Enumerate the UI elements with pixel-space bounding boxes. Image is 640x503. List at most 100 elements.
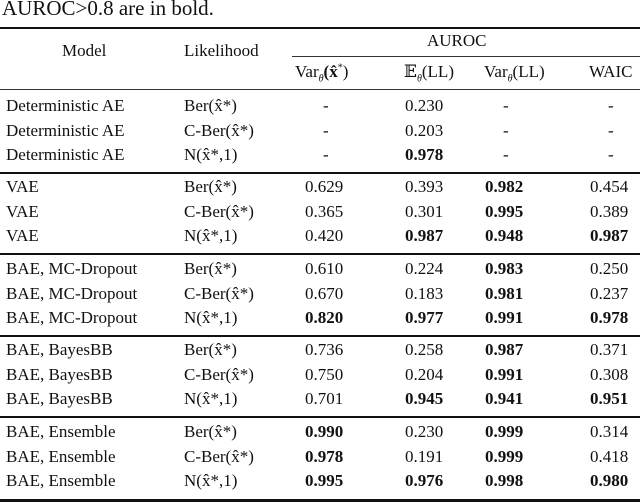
cell-auroc-value: 0.365 bbox=[305, 201, 344, 221]
cell-likelihood: N(x̂*,1) bbox=[184, 389, 238, 408]
cell-auroc-value: - bbox=[503, 96, 509, 115]
cell-likelihood: Ber(x̂*) bbox=[184, 259, 237, 278]
cell-auroc-value: 0.258 bbox=[405, 340, 444, 359]
cell-model: BAE, MC-Dropout bbox=[6, 308, 138, 327]
cell-auroc-value: 0.987 bbox=[485, 340, 524, 359]
header-col-var-xhat: Varθ(x̂*) bbox=[295, 62, 349, 85]
header-col-e-ll: 𝔼θ(LL) bbox=[404, 62, 454, 85]
cell-auroc-value: 0.230 bbox=[405, 96, 444, 115]
group-rule bbox=[0, 416, 640, 418]
cell-auroc-value: 0.991 bbox=[485, 308, 524, 327]
cell-likelihood: N(x̂*,1) bbox=[184, 145, 238, 164]
cell-likelihood: N(x̂*,1) bbox=[184, 226, 238, 245]
cell-auroc-value: 0.995 bbox=[305, 471, 344, 490]
cell-auroc-value: 0.999 bbox=[485, 446, 524, 466]
cell-auroc-value: 0.977 bbox=[405, 308, 444, 327]
cell-auroc-value: 0.237 bbox=[590, 283, 629, 303]
cell-model: BAE, Ensemble bbox=[6, 446, 116, 466]
cell-auroc-value: 0.948 bbox=[485, 226, 524, 245]
cell-model: Deterministic AE bbox=[6, 120, 125, 140]
cell-auroc-value: 0.991 bbox=[485, 364, 524, 384]
cell-auroc-value: 0.978 bbox=[305, 446, 344, 466]
cell-auroc-value: 0.978 bbox=[590, 308, 629, 327]
cell-model: BAE, BayesBB bbox=[6, 389, 113, 408]
cell-likelihood: N(x̂*,1) bbox=[184, 471, 238, 490]
cell-auroc-value: 0.701 bbox=[305, 389, 344, 408]
cell-likelihood: Ber(x̂*) bbox=[184, 96, 237, 115]
cell-auroc-value: 0.980 bbox=[590, 471, 629, 490]
cell-likelihood: Ber(x̂*) bbox=[184, 340, 237, 359]
cell-auroc-value: 0.978 bbox=[405, 145, 444, 164]
cell-auroc-value: 0.308 bbox=[590, 364, 629, 384]
cell-auroc-value: 0.941 bbox=[485, 389, 524, 408]
cell-auroc-value: 0.393 bbox=[405, 177, 444, 196]
cell-auroc-value: 0.389 bbox=[590, 201, 629, 221]
cell-likelihood: Ber(x̂*) bbox=[184, 177, 237, 196]
cell-auroc-value: 0.983 bbox=[485, 259, 524, 278]
cell-model: VAE bbox=[6, 226, 39, 245]
cell-auroc-value: 0.250 bbox=[590, 259, 629, 278]
cell-likelihood: C-Ber(x̂*) bbox=[184, 283, 254, 303]
cell-auroc-value: 0.629 bbox=[305, 177, 344, 196]
cell-auroc-value: 0.371 bbox=[590, 340, 629, 359]
cell-auroc-value: - bbox=[608, 96, 614, 115]
cell-auroc-value: 0.418 bbox=[590, 446, 629, 466]
cell-auroc-value: 0.951 bbox=[590, 389, 629, 408]
cell-model: Deterministic AE bbox=[6, 96, 125, 115]
cell-auroc-value: 0.999 bbox=[485, 422, 524, 441]
cell-auroc-value: 0.981 bbox=[485, 283, 524, 303]
header-rule bbox=[0, 89, 640, 90]
col-base: Var bbox=[295, 62, 319, 81]
cell-model: BAE, Ensemble bbox=[6, 471, 116, 490]
cell-auroc-value: - bbox=[503, 120, 509, 140]
group-rule bbox=[0, 335, 640, 337]
cell-auroc-value: 0.990 bbox=[305, 422, 344, 441]
cell-auroc-value: 0.610 bbox=[305, 259, 344, 278]
cell-auroc-value: 0.230 bbox=[405, 422, 444, 441]
cell-auroc-value: - bbox=[608, 120, 614, 140]
cell-likelihood: C-Ber(x̂*) bbox=[184, 446, 254, 466]
cell-auroc-value: 0.976 bbox=[405, 471, 444, 490]
top-rule bbox=[0, 27, 640, 29]
cell-auroc-value: 0.224 bbox=[405, 259, 444, 278]
bottom-rule bbox=[0, 499, 640, 502]
cell-auroc-value: 0.998 bbox=[485, 471, 524, 490]
cell-likelihood: C-Ber(x̂*) bbox=[184, 201, 254, 221]
table-caption: AUROC>0.8 are in bold. bbox=[2, 0, 214, 20]
cell-auroc-value: 0.454 bbox=[590, 177, 629, 196]
cell-auroc-value: 0.736 bbox=[305, 340, 344, 359]
cell-auroc-value: 0.945 bbox=[405, 389, 444, 408]
cell-auroc-value: 0.750 bbox=[305, 364, 344, 384]
cell-auroc-value: - bbox=[323, 145, 329, 164]
cell-auroc-value: - bbox=[608, 145, 614, 164]
group-rule bbox=[0, 172, 640, 174]
header-col-waic: WAIC bbox=[589, 62, 633, 81]
auroc-cmidrule bbox=[292, 56, 640, 57]
cell-auroc-value: 0.203 bbox=[405, 120, 444, 140]
cell-auroc-value: 0.995 bbox=[485, 201, 524, 221]
cell-auroc-value: 0.183 bbox=[405, 283, 444, 303]
cell-auroc-value: - bbox=[323, 96, 329, 115]
cell-likelihood: C-Ber(x̂*) bbox=[184, 364, 254, 384]
cell-auroc-value: 0.987 bbox=[590, 226, 629, 245]
cell-model: BAE, MC-Dropout bbox=[6, 259, 138, 278]
header-model: Model bbox=[62, 41, 107, 60]
cell-auroc-value: 0.420 bbox=[305, 226, 344, 245]
cell-model: VAE bbox=[6, 201, 39, 221]
cell-model: BAE, MC-Dropout bbox=[6, 283, 138, 303]
cell-auroc-value: 0.204 bbox=[405, 364, 444, 384]
cell-auroc-value: 0.191 bbox=[405, 446, 444, 466]
header-col-var-ll: Varθ(LL) bbox=[484, 62, 545, 85]
cell-likelihood: N(x̂*,1) bbox=[184, 308, 238, 327]
cell-auroc-value: - bbox=[323, 120, 329, 140]
group-rule bbox=[0, 253, 640, 255]
cell-model: BAE, BayesBB bbox=[6, 340, 113, 359]
cell-model: VAE bbox=[6, 177, 39, 196]
cell-model: BAE, BayesBB bbox=[6, 364, 113, 384]
cell-auroc-value: 0.301 bbox=[405, 201, 444, 221]
cell-auroc-value: 0.314 bbox=[590, 422, 629, 441]
cell-auroc-value: 0.820 bbox=[305, 308, 344, 327]
cell-auroc-value: 0.982 bbox=[485, 177, 524, 196]
cell-auroc-value: - bbox=[503, 145, 509, 164]
cell-auroc-value: 0.987 bbox=[405, 226, 444, 245]
